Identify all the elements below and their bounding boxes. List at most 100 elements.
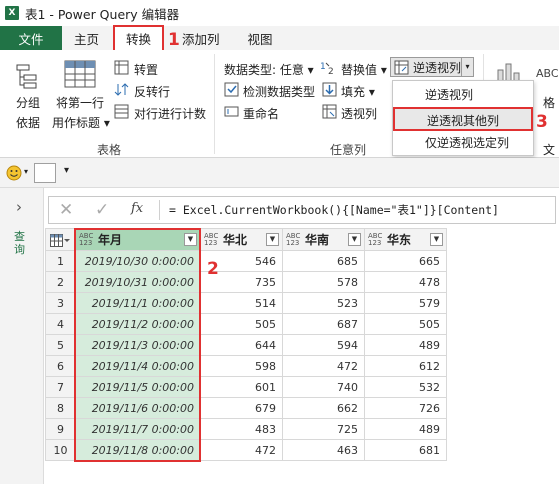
cell-value[interactable]: 523 (282, 292, 365, 314)
count-rows-icon (114, 104, 129, 119)
row-number[interactable]: 7 (45, 376, 76, 398)
formula-input[interactable]: = Excel.CurrentWorkbook(){[Name="表1"]}[C… (169, 197, 499, 223)
unpivot-dropdown-arrow[interactable]: ▾ (461, 58, 473, 76)
formula-bar: ✕ ✓ fx = Excel.CurrentWorkbook(){[Name="… (48, 196, 556, 224)
row-number[interactable]: 4 (45, 313, 76, 335)
cell-value[interactable]: 463 (282, 439, 365, 461)
data-type-dropdown[interactable]: 数据类型: 任意 ▾ (224, 61, 314, 78)
title-bar: X 表1 - Power Query 编辑器 (0, 0, 559, 26)
cell-value[interactable]: 687 (282, 313, 365, 335)
fx-icon[interactable]: fx (131, 201, 143, 216)
unpivot-dropdown-menu: 逆透视列 逆透视其他列 仅逆透视选定列 (392, 80, 534, 156)
row-number[interactable]: 1 (45, 250, 76, 272)
group-by-button[interactable]: 分组 依据 (8, 94, 48, 131)
row-number[interactable]: 9 (45, 418, 76, 440)
reverse-rows-icon (114, 83, 129, 96)
step-marker-3: 3 (536, 112, 548, 132)
cell-value[interactable]: 489 (364, 418, 447, 440)
column-filter-dropdown-icon[interactable]: ▼ (430, 233, 443, 246)
cell-value[interactable]: 505 (200, 313, 283, 335)
expand-queries-chevron-icon[interactable]: › (16, 198, 22, 216)
fill-button[interactable]: 填充 ▾ (341, 83, 375, 100)
cell-value[interactable]: 740 (282, 376, 365, 398)
detect-data-type-button[interactable]: 检测数据类型 (243, 83, 315, 100)
cell-value[interactable]: 594 (282, 334, 365, 356)
tab-transform[interactable]: 转换 (113, 25, 165, 50)
reverse-rows-button[interactable]: 反转行 (134, 83, 170, 100)
table-menu-header[interactable] (45, 228, 76, 251)
tab-file[interactable]: 文件 (0, 26, 62, 50)
menu-item-unpivot-columns[interactable]: 逆透视列 (393, 83, 533, 107)
cell-value[interactable]: 579 (364, 292, 447, 314)
cell-value[interactable]: 665 (364, 250, 447, 272)
quick-access-toolbar: ▾ ▾ (0, 158, 559, 188)
confirm-formula-icon[interactable]: ✓ (95, 200, 109, 220)
column-filter-dropdown-icon[interactable]: ▼ (348, 233, 361, 246)
cell-value[interactable]: 478 (364, 271, 447, 293)
cell-value[interactable]: 679 (200, 397, 283, 419)
cell-value[interactable]: 505 (364, 313, 447, 335)
column-filter-dropdown-icon[interactable]: ▼ (266, 233, 279, 246)
menu-item-unpivot-other-columns[interactable]: 逆透视其他列 (393, 107, 533, 131)
unpivot-columns-split-button[interactable]: 逆透视列 ▾ (390, 57, 474, 77)
row-number[interactable]: 8 (45, 397, 76, 419)
abc-icon: ABC (536, 67, 559, 80)
smiley-dropdown-arrow[interactable]: ▾ (24, 167, 28, 176)
use-first-row-as-headers-button[interactable]: 将第一行 用作标题 ▾ (52, 94, 110, 131)
date-column-highlight (74, 228, 201, 462)
any-type-icon[interactable]: ABC 123 (368, 232, 384, 247)
column-header-east[interactable]: ABC 123 华东 ▼ (364, 228, 447, 251)
cell-value[interactable]: 489 (364, 334, 447, 356)
tab-home[interactable]: 主页 (62, 26, 113, 50)
cell-value[interactable]: 578 (282, 271, 365, 293)
any-type-icon[interactable]: ABC 123 (204, 232, 220, 247)
unpivot-icon (394, 60, 409, 75)
format-button[interactable]: 格 (543, 94, 555, 111)
row-number[interactable]: 2 (45, 271, 76, 293)
row-number[interactable]: 6 (45, 355, 76, 377)
cell-value[interactable]: 644 (200, 334, 283, 356)
table-menu-icon (50, 233, 70, 247)
column-header-north[interactable]: ABC 123 华北 ▼ (200, 228, 283, 251)
column-header-south[interactable]: ABC 123 华南 ▼ (282, 228, 365, 251)
count-rows-button[interactable]: 对行进行计数 (134, 105, 206, 122)
group-by-icon (16, 64, 37, 89)
cell-value[interactable]: 601 (200, 376, 283, 398)
cell-value[interactable]: 725 (282, 418, 365, 440)
fill-down-icon (322, 82, 337, 97)
cell-value[interactable]: 612 (364, 355, 447, 377)
any-type-icon[interactable]: ABC 123 (286, 232, 302, 247)
customize-toolbar-dropdown[interactable]: ▾ (64, 165, 69, 176)
cancel-formula-icon[interactable]: ✕ (59, 200, 73, 220)
cell-value[interactable]: 472 (200, 439, 283, 461)
cell-value[interactable]: 514 (200, 292, 283, 314)
any-column-group-label: 任意列 (330, 143, 367, 157)
rename-button[interactable]: 重命名 (243, 105, 279, 122)
step-marker-2: 2 (207, 259, 219, 279)
transpose-button[interactable]: 转置 (134, 61, 158, 78)
menu-item-unpivot-selected-columns[interactable]: 仅逆透视选定列 (393, 131, 533, 155)
cell-value[interactable]: 598 (200, 355, 283, 377)
quick-access-box[interactable] (34, 163, 56, 183)
row-number[interactable]: 10 (45, 439, 76, 461)
cell-value[interactable]: 662 (282, 397, 365, 419)
group-divider (214, 54, 215, 154)
cell-value[interactable]: 685 (282, 250, 365, 272)
svg-text:1: 1 (320, 62, 326, 72)
pivot-column-icon (322, 104, 337, 119)
cell-value[interactable]: 681 (364, 439, 447, 461)
table-header-icon (64, 60, 96, 88)
row-number[interactable]: 3 (45, 292, 76, 314)
table-group-label: 表格 (97, 143, 122, 157)
replace-values-icon: 1 2 (320, 62, 334, 75)
cell-value[interactable]: 532 (364, 376, 447, 398)
row-number[interactable]: 5 (45, 334, 76, 356)
cell-value[interactable]: 483 (200, 418, 283, 440)
pivot-column-button[interactable]: 透视列 (341, 105, 377, 122)
cell-value[interactable]: 726 (364, 397, 447, 419)
cell-value[interactable]: 472 (282, 355, 365, 377)
tab-view[interactable]: 视图 (234, 26, 287, 50)
replace-values-button[interactable]: 替换值 ▾ (341, 61, 387, 78)
smiley-feedback-icon[interactable] (6, 165, 22, 181)
queries-pane-label[interactable]: 查询 (14, 230, 28, 256)
